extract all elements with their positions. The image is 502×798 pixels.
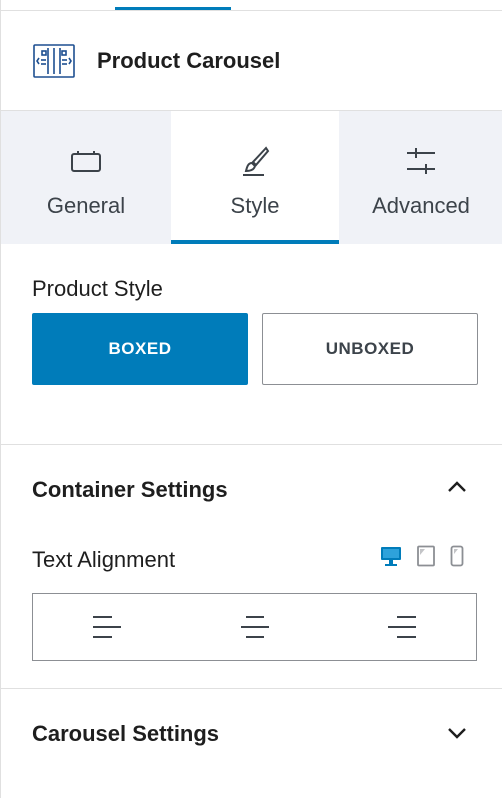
block-title: Product Carousel: [97, 47, 281, 73]
responsive-device-switcher: [380, 545, 464, 567]
product-style-label: Product Style: [32, 276, 163, 301]
tab-label: Style: [230, 193, 280, 218]
boxed-button[interactable]: BOXED: [32, 313, 248, 385]
chevron-up-icon[interactable]: [446, 476, 468, 498]
text-alignment-control: [32, 593, 477, 661]
divider: [1, 444, 502, 445]
mobile-icon[interactable]: [450, 545, 464, 567]
align-left-button[interactable]: [33, 594, 181, 660]
tab-label: General: [46, 193, 126, 218]
product-carousel-icon: [32, 43, 76, 79]
tab-general[interactable]: General: [1, 111, 171, 244]
tab-advanced[interactable]: Advanced: [339, 111, 502, 244]
container-settings-title[interactable]: Container Settings: [32, 477, 228, 503]
settings-tabs: General Style Advanced: [1, 110, 502, 244]
block-header: Product Carousel: [1, 11, 502, 110]
carousel-settings-title[interactable]: Carousel Settings: [32, 721, 219, 747]
unboxed-button[interactable]: UNBOXED: [262, 313, 478, 385]
align-left-icon: [92, 615, 122, 639]
align-center-button[interactable]: [181, 594, 329, 660]
desktop-icon[interactable]: [380, 545, 402, 567]
tab-style[interactable]: Style: [171, 111, 339, 244]
sliders-icon: [405, 145, 437, 177]
align-right-icon: [387, 615, 417, 639]
tab-label: Advanced: [372, 193, 470, 218]
tablet-icon[interactable]: [416, 545, 436, 567]
chevron-down-icon[interactable]: [446, 722, 468, 744]
layout-icon: [70, 145, 102, 177]
block-settings-panel: Product Carousel General Style Advanced …: [0, 0, 502, 798]
align-center-icon: [240, 615, 270, 639]
divider: [1, 688, 502, 689]
text-alignment-label: Text Alignment: [32, 547, 176, 572]
brush-icon: [240, 145, 270, 177]
align-right-button[interactable]: [328, 594, 476, 660]
